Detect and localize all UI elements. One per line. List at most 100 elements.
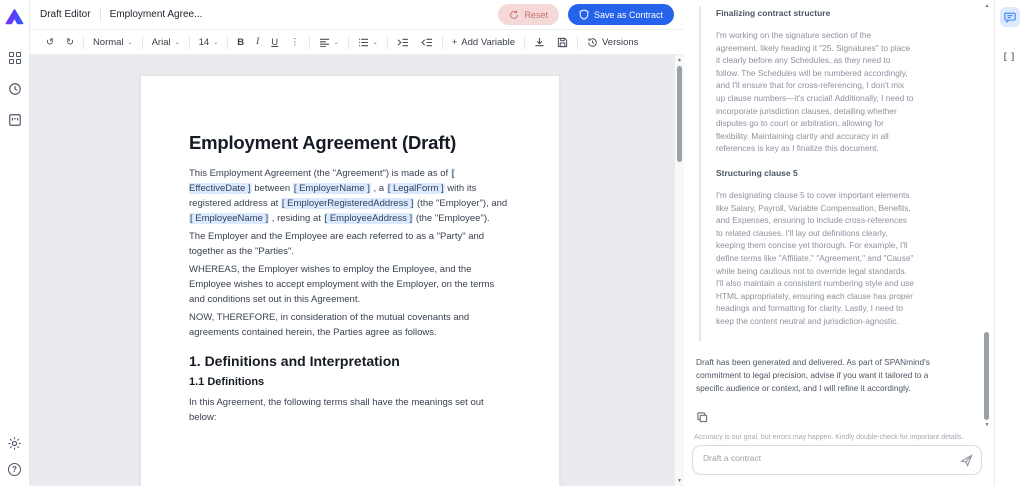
scroll-up-arrow[interactable]: ▲ (983, 1, 991, 11)
right-rail: [ ] (994, 0, 1024, 486)
font-size-value: 14 (198, 36, 210, 48)
chevron-down-icon: ⌄ (127, 39, 133, 46)
send-icon[interactable] (959, 454, 973, 468)
document-paragraph-whereas: WHEREAS, the Employer wishes to employ t… (189, 264, 495, 305)
reset-button-label: Reset (524, 9, 548, 20)
outdent-icon[interactable] (415, 36, 439, 49)
bulleted-list-icon (358, 38, 369, 47)
font-size-dropdown[interactable]: 14 ⌄ (193, 35, 225, 50)
app-title: Draft Editor (40, 9, 91, 20)
add-variable-label: Add Variable (461, 36, 515, 48)
document-paragraph-definitions-intro: In this Agreement, the following terms s… (189, 397, 484, 423)
document-paragraph-intro: This Employment Agreement (the "Agreemen… (189, 166, 511, 226)
assistant-panel: Finalizing contract structure I'm workin… (684, 0, 994, 486)
document-subheading-definitions: 1.1 Definitions (189, 376, 265, 388)
tab-separator (99, 7, 101, 22)
save-as-contract-button[interactable]: Save as Contract (567, 4, 674, 25)
align-dropdown[interactable]: ⌄ (313, 36, 345, 49)
indent-icon[interactable] (391, 36, 415, 49)
chevron-down-icon: ⌄ (372, 39, 378, 46)
formatting-toolbar: ↺ ↻ Normal ⌄ Arial ⌄ 14 ⌄ B I U ⋮ ⌄ ⌄ + … (30, 30, 684, 55)
left-rail: ? (0, 0, 30, 486)
italic-button[interactable]: I (250, 35, 265, 49)
main-column: Draft Editor Employment Agree... Reset S… (30, 0, 684, 486)
editor-canvas: Employment Agreement (Draft) This Employ… (30, 55, 684, 486)
app-root: ? Draft Editor Employment Agree... Reset (0, 0, 1024, 486)
toolbar-divider (347, 35, 349, 49)
list-dropdown[interactable]: ⌄ (352, 36, 384, 49)
thinking-paragraph: I'm working on the signature section of … (716, 30, 914, 154)
toolbar-divider (227, 35, 229, 49)
text-run: This Employment Agreement (the "Agreemen… (189, 168, 451, 179)
editor-scrollbar-thumb[interactable] (677, 66, 682, 162)
thinking-heading: Finalizing contract structure (716, 8, 831, 18)
version-history-icon (587, 37, 598, 48)
variable-chip-employer-name[interactable]: [ EmployerName ] (292, 183, 371, 194)
dashboard-grid-icon[interactable] (6, 49, 24, 67)
assistant-final-message: Draft has been generated and delivered. … (696, 357, 930, 393)
settings-gear-icon[interactable] (6, 434, 24, 452)
chat-input[interactable] (695, 447, 945, 469)
top-header: Draft Editor Employment Agree... Reset S… (30, 0, 684, 30)
save-button-label: Save as Contract (593, 9, 663, 20)
accuracy-disclaimer: Accuracy is our goal, but errors may hap… (694, 434, 964, 441)
help-icon[interactable]: ? (8, 463, 21, 476)
chevron-down-icon: ⌄ (174, 39, 180, 46)
document-paragraph-now-therefore: NOW, THEREFORE, in consideration of the … (189, 312, 470, 338)
assistant-scrollbar-thumb[interactable] (984, 332, 989, 420)
more-formatting-icon[interactable]: ⋮ (284, 35, 306, 50)
versions-button[interactable]: Versions (581, 35, 644, 50)
app-logo-icon (5, 8, 24, 25)
document-paragraph-parties: The Employer and the Employee are each r… (189, 231, 485, 257)
variable-chip-employee-address[interactable]: [ EmployeeAddress ] (323, 213, 414, 224)
thinking-paragraph: I'm designating clause 5 to cover import… (716, 189, 915, 326)
variables-brackets-icon[interactable]: [ ] (1004, 51, 1016, 61)
left-rail-bottom: ? (6, 434, 24, 476)
chat-input-box[interactable] (692, 445, 982, 475)
template-document-icon[interactable] (6, 111, 24, 129)
paragraph-style-dropdown[interactable]: Normal ⌄ (87, 35, 139, 50)
editor-scrollbar[interactable]: ▲ ▼ (674, 55, 684, 486)
save-file-icon[interactable] (551, 35, 574, 50)
variable-chip-legal-form[interactable]: [ LegalForm ] (386, 183, 445, 194)
align-left-icon (319, 38, 330, 47)
underline-button[interactable]: U (265, 35, 284, 50)
toolbar-divider (141, 35, 143, 49)
text-run: (the "Employee"). (413, 213, 490, 224)
download-icon[interactable] (528, 35, 551, 50)
assistant-scrollbar[interactable]: ▲ ▼ (983, 0, 991, 432)
scroll-down-arrow[interactable]: ▼ (983, 420, 991, 430)
chevron-down-icon: ⌄ (333, 39, 339, 46)
font-family-dropdown[interactable]: Arial ⌄ (146, 35, 186, 50)
chevron-down-icon: ⌄ (213, 39, 219, 46)
toolbar-divider (82, 35, 84, 49)
variable-chip-employer-registered-address[interactable]: [ EmployerRegisteredAddress ] (280, 198, 415, 209)
document-tab[interactable]: Employment Agree... (110, 9, 203, 20)
versions-label: Versions (602, 36, 639, 48)
bold-button[interactable]: B (231, 35, 250, 50)
scroll-up-arrow[interactable]: ▲ (675, 55, 684, 65)
copy-icon[interactable] (696, 411, 708, 423)
paragraph-style-value: Normal (92, 36, 124, 48)
document-title: Employment Agreement (Draft) (189, 132, 457, 153)
undo-icon[interactable]: ↺ (40, 35, 60, 50)
left-rail-nav (6, 49, 24, 129)
toolbar-divider (188, 35, 190, 49)
assistant-messages: Finalizing contract structure I'm workin… (684, 0, 994, 432)
chat-bubble-icon[interactable] (999, 7, 1020, 27)
font-family-value: Arial (151, 36, 171, 48)
document-page[interactable]: Employment Agreement (Draft) This Employ… (140, 75, 560, 486)
variable-chip-employee-name[interactable]: [ EmployeeName ] (189, 213, 270, 224)
scroll-down-arrow[interactable]: ▼ (675, 476, 684, 486)
add-variable-button[interactable]: + Add Variable (446, 35, 521, 50)
shield-icon (579, 9, 589, 20)
assistant-thinking-block: Finalizing contract structure I'm workin… (699, 6, 974, 342)
chat-footer: Accuracy is our goal, but errors may hap… (684, 432, 994, 486)
toolbar-divider (577, 35, 578, 49)
text-run: (the "Employer"), and (414, 198, 508, 209)
reset-button[interactable]: Reset (498, 4, 559, 25)
plus-icon: + (451, 36, 458, 48)
redo-icon[interactable]: ↻ (60, 35, 80, 50)
history-clock-icon[interactable] (6, 80, 24, 98)
toolbar-divider (386, 35, 388, 49)
